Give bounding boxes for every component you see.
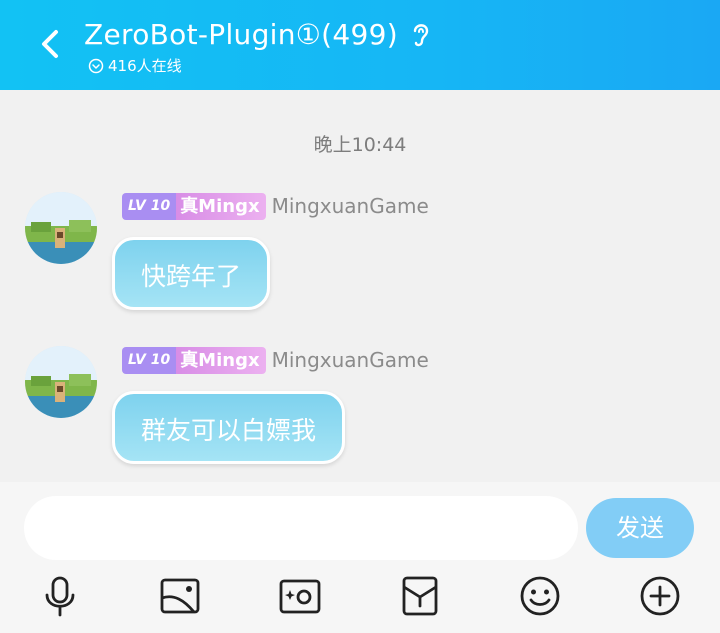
send-button[interactable]: 发送 bbox=[586, 498, 694, 558]
message-bubble[interactable]: 快跨年了 bbox=[112, 237, 271, 310]
title-row[interactable]: ZeroBot-Plugin①(499) bbox=[84, 14, 432, 54]
timestamp: 晚上10:44 bbox=[313, 134, 407, 156]
camera-icon[interactable] bbox=[278, 574, 322, 618]
sender-nickname[interactable]: MingxuanGame bbox=[272, 194, 429, 218]
ear-icon[interactable] bbox=[410, 19, 432, 49]
back-arrow-icon[interactable] bbox=[36, 26, 66, 62]
sender-meta: LV 10 真Mingx MingxuanGame bbox=[122, 192, 429, 220]
message-bubble[interactable]: 群友可以白嫖我 bbox=[112, 391, 346, 464]
avatar[interactable] bbox=[25, 192, 97, 264]
title-tag: 真Mingx bbox=[176, 346, 266, 374]
sender-meta: LV 10 真Mingx MingxuanGame bbox=[122, 346, 429, 374]
online-status: 416人在线 bbox=[88, 55, 182, 76]
sender-nickname[interactable]: MingxuanGame bbox=[272, 348, 429, 372]
level-badge: LV 10 bbox=[122, 192, 177, 220]
online-count: 416人在线 bbox=[108, 57, 182, 75]
level-badge: LV 10 bbox=[122, 346, 177, 374]
red-packet-icon[interactable] bbox=[398, 574, 442, 618]
emoji-icon[interactable] bbox=[518, 574, 562, 618]
message-input[interactable] bbox=[24, 496, 578, 560]
input-toolbar bbox=[0, 574, 720, 620]
microphone-icon[interactable] bbox=[38, 574, 82, 618]
input-area: 发送 bbox=[0, 482, 720, 633]
image-icon[interactable] bbox=[158, 574, 202, 618]
plus-icon[interactable] bbox=[638, 574, 682, 618]
member-badge: LV 10 真Mingx bbox=[122, 192, 266, 220]
avatar-image bbox=[25, 346, 97, 418]
chevron-circle-icon bbox=[88, 58, 104, 73]
title-tag: 真Mingx bbox=[176, 192, 266, 220]
chat-area[interactable]: 晚上10:44 LV 10 真Mingx MingxuanGame 快跨年了 L… bbox=[0, 90, 720, 482]
avatar-image bbox=[25, 192, 97, 264]
member-badge: LV 10 真Mingx bbox=[122, 346, 266, 374]
group-title[interactable]: ZeroBot-Plugin①(499) bbox=[84, 18, 398, 51]
chat-header: ZeroBot-Plugin①(499) 416人在线 bbox=[0, 0, 720, 90]
avatar[interactable] bbox=[25, 346, 97, 418]
